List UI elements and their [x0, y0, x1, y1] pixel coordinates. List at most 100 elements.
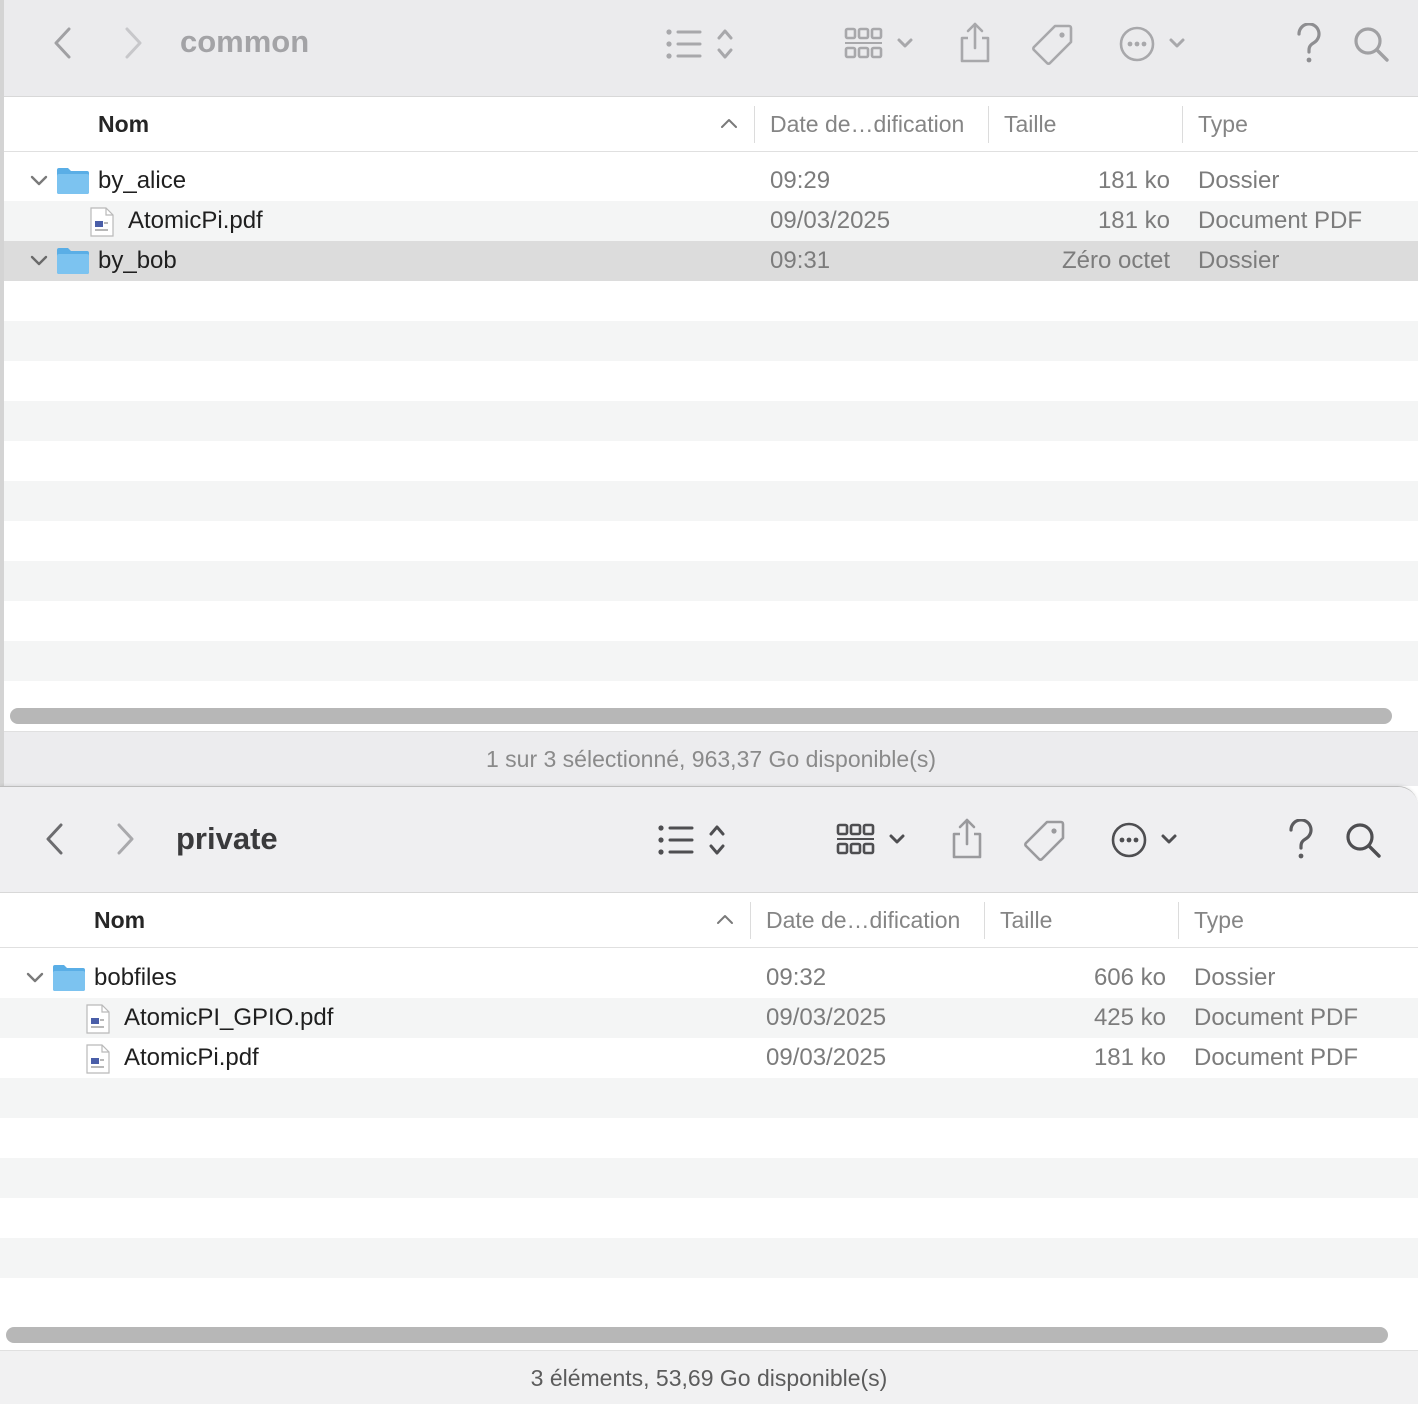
column-type-header[interactable]: Type — [1198, 97, 1248, 152]
file-type: Document PDF — [1194, 1004, 1359, 1031]
empty-row — [0, 1198, 1418, 1238]
table-row[interactable]: AtomicPi.pdf 09/03/2025 181 ko Document … — [4, 201, 1418, 241]
column-date-header[interactable]: Date de…dification — [766, 893, 960, 948]
empty-row — [0, 1238, 1418, 1278]
back-icon — [54, 27, 71, 59]
group-button[interactable] — [842, 24, 918, 64]
file-size: Zéro octet — [1061, 247, 1170, 274]
toolbar: common — [4, 0, 1418, 97]
more-actions-button[interactable] — [1110, 820, 1184, 860]
help-button[interactable] — [1282, 818, 1320, 862]
file-type: Document PDF — [1198, 207, 1363, 234]
more-actions-button[interactable] — [1118, 24, 1192, 64]
folder-icon — [57, 248, 89, 274]
status-bar: 1 sur 3 sélectionné, 963,37 Go disponibl… — [4, 731, 1418, 786]
list-view-icon — [666, 29, 733, 59]
empty-row — [0, 1158, 1418, 1198]
horizontal-scrollbar[interactable] — [6, 1327, 1388, 1343]
file-name: AtomicPi.pdf — [124, 1044, 259, 1071]
empty-row — [4, 401, 1418, 441]
table-row[interactable]: AtomicPi.pdf 09/03/2025 181 ko Document … — [0, 1038, 1418, 1078]
column-name-header[interactable]: Nom — [94, 893, 145, 948]
file-date: 09:32 — [766, 964, 827, 991]
more-icon — [1119, 26, 1185, 62]
column-size-header[interactable]: Taille — [1000, 893, 1052, 948]
file-list: by_alice 09:29 181 ko Dossier AtomicPi.p… — [4, 161, 1418, 701]
sort-ascending-icon — [717, 915, 733, 924]
folder-icon — [57, 168, 89, 194]
column-type-header[interactable]: Type — [1194, 893, 1244, 948]
file-name: by_alice — [98, 167, 187, 194]
status-bar: 3 éléments, 53,69 Go disponible(s) — [0, 1350, 1418, 1404]
empty-row — [4, 601, 1418, 641]
list-view-icon — [658, 825, 725, 855]
table-row[interactable]: AtomicPI_GPIO.pdf 09/03/2025 425 ko Docu… — [0, 998, 1418, 1038]
file-name: bobfiles — [94, 964, 177, 991]
group-button[interactable] — [834, 820, 910, 860]
empty-row — [4, 481, 1418, 521]
file-size: 181 ko — [1097, 207, 1170, 234]
pdf-file-icon — [86, 1004, 110, 1034]
table-row[interactable]: by_alice 09:29 181 ko Dossier — [4, 161, 1418, 201]
table-row[interactable]: bobfiles 09:32 606 ko Dossier — [0, 958, 1418, 998]
forward-button[interactable] — [116, 22, 152, 64]
window-title: private — [176, 821, 278, 856]
disclosure-chevron-icon[interactable] — [30, 172, 48, 190]
finder-window-common: common Nom Date de…dification Taille Typ… — [0, 0, 1418, 786]
file-size: 181 ko — [1097, 167, 1170, 194]
file-date: 09/03/2025 — [766, 1004, 887, 1031]
window-title: common — [180, 24, 310, 59]
file-size: 425 ko — [1093, 1004, 1166, 1031]
file-type: Dossier — [1198, 167, 1280, 194]
finder-window-private: private Nom Date de…dification Taille Ty… — [0, 786, 1418, 1404]
disclosure-chevron-icon[interactable] — [26, 969, 44, 987]
file-date: 09/03/2025 — [770, 207, 891, 234]
column-name-header[interactable]: Nom — [98, 97, 149, 152]
empty-row — [0, 1278, 1418, 1318]
column-divider[interactable] — [1182, 106, 1183, 143]
tag-icon — [1032, 24, 1073, 65]
forward-button[interactable] — [108, 818, 144, 860]
file-type: Dossier — [1198, 247, 1280, 274]
back-button[interactable] — [44, 22, 80, 64]
share-icon — [952, 818, 982, 859]
file-size: 606 ko — [1093, 964, 1166, 991]
column-divider[interactable] — [750, 902, 751, 939]
share-button[interactable] — [954, 20, 996, 66]
empty-row — [4, 321, 1418, 361]
column-divider[interactable] — [1178, 902, 1179, 939]
column-date-header[interactable]: Date de…dification — [770, 97, 964, 152]
file-date: 09/03/2025 — [766, 1044, 887, 1071]
tag-button[interactable] — [1022, 818, 1068, 862]
help-icon — [1297, 23, 1321, 63]
file-name: AtomicPI_GPIO.pdf — [124, 1004, 334, 1031]
tag-button[interactable] — [1030, 22, 1076, 66]
empty-row — [0, 1078, 1418, 1118]
file-date: 09:31 — [770, 247, 831, 274]
view-options-button[interactable] — [654, 820, 738, 860]
column-size-header[interactable]: Taille — [1004, 97, 1056, 152]
table-row-selected[interactable]: by_bob 09:31 Zéro octet Dossier — [4, 241, 1418, 281]
empty-row — [4, 561, 1418, 601]
empty-row — [4, 641, 1418, 681]
search-icon — [1346, 823, 1381, 858]
share-button[interactable] — [946, 816, 988, 862]
help-button[interactable] — [1290, 22, 1328, 66]
horizontal-scrollbar[interactable] — [10, 708, 1392, 724]
forward-icon — [125, 27, 142, 59]
file-date: 09:29 — [770, 167, 831, 194]
column-header: Nom Date de…dification Taille Type — [4, 97, 1418, 152]
view-options-button[interactable] — [662, 24, 746, 64]
empty-row — [4, 361, 1418, 401]
back-button[interactable] — [36, 818, 72, 860]
column-divider[interactable] — [988, 106, 989, 143]
column-divider[interactable] — [754, 106, 755, 143]
disclosure-chevron-icon[interactable] — [30, 252, 48, 270]
tag-icon — [1024, 820, 1065, 861]
column-divider[interactable] — [984, 902, 985, 939]
search-button[interactable] — [1342, 818, 1384, 862]
share-icon — [960, 22, 990, 63]
search-button[interactable] — [1350, 22, 1392, 66]
file-list: bobfiles 09:32 606 ko Dossier AtomicPI_G… — [0, 958, 1418, 1318]
column-header: Nom Date de…dification Taille Type — [0, 893, 1418, 948]
